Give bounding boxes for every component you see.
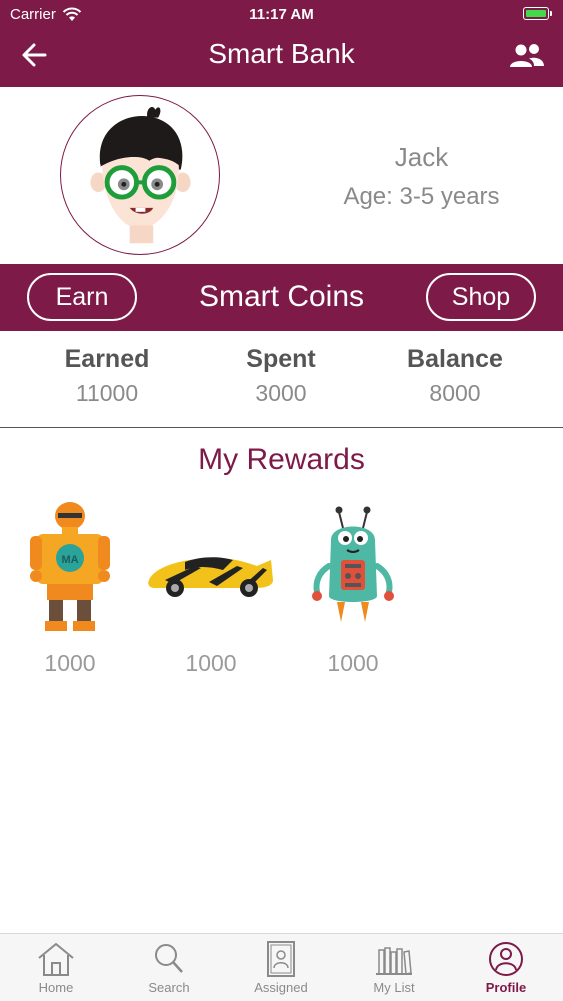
page-title: Smart Bank [208,38,355,69]
stat-label: Spent [246,345,316,373]
tab-label: My List [373,980,415,995]
reward-item[interactable]: 1000 [141,500,281,690]
stat-earned: Earned 11000 [17,345,197,407]
user-age: Age: 3-5 years [343,183,500,210]
stat-label: Earned [64,345,150,373]
home-icon [38,942,74,976]
tab-assigned[interactable]: Assigned [225,940,337,1000]
profile-icon [489,942,523,976]
avatar[interactable] [60,95,220,255]
status-bar: Carrier 11:17 AM [0,0,563,30]
app-header: Carrier 11:17 AM Smart Bank [0,0,563,87]
profile-section: Jack Age: 3-5 years [0,87,563,264]
rewards-title: My Rewards [198,443,365,476]
coin-stats: Earned 11000 Spent 3000 Balance 8000 [0,331,563,428]
stat-value: 3000 [255,380,307,406]
stat-value: 8000 [429,380,481,406]
tab-label: Assigned [254,980,308,995]
reward-price: 1000 [185,650,237,676]
boy-avatar-icon [90,106,191,244]
svg-text:MA: MA [61,554,78,566]
reward-item[interactable]: 1000 [283,500,423,690]
reward-item[interactable]: MA 1000 [0,500,140,690]
reward-price: 1000 [327,650,379,676]
tab-bar: Home Search Assigned My List Profile [0,933,563,1001]
stat-spent: Spent 3000 [191,345,371,407]
tab-search[interactable]: Search [113,940,225,1000]
tab-label: Search [148,980,190,995]
stat-label: Balance [407,345,503,373]
battery-icon [523,7,552,20]
stat-balance: Balance 8000 [365,345,545,407]
user-name: Jack [394,142,449,172]
tab-my-list[interactable]: My List [338,940,450,1000]
orange-robot-icon: MA [30,502,110,631]
users-button[interactable] [507,40,547,72]
tab-home[interactable]: Home [0,940,112,1000]
tab-label: Home [38,980,74,995]
race-car-icon [148,557,273,597]
coins-bar: Earn Smart Coins Shop [0,264,563,331]
assigned-icon [267,941,295,977]
users-icon [510,44,544,67]
tab-profile[interactable]: Profile [450,940,562,1000]
status-time: 11:17 AM [249,6,314,23]
reward-price: 1000 [44,650,96,676]
tab-label: Profile [485,980,527,995]
search-icon [155,944,183,973]
stat-value: 11000 [75,380,139,406]
books-icon [376,947,412,975]
green-robot-icon [312,506,394,622]
shop-button[interactable]: Shop [426,273,536,321]
